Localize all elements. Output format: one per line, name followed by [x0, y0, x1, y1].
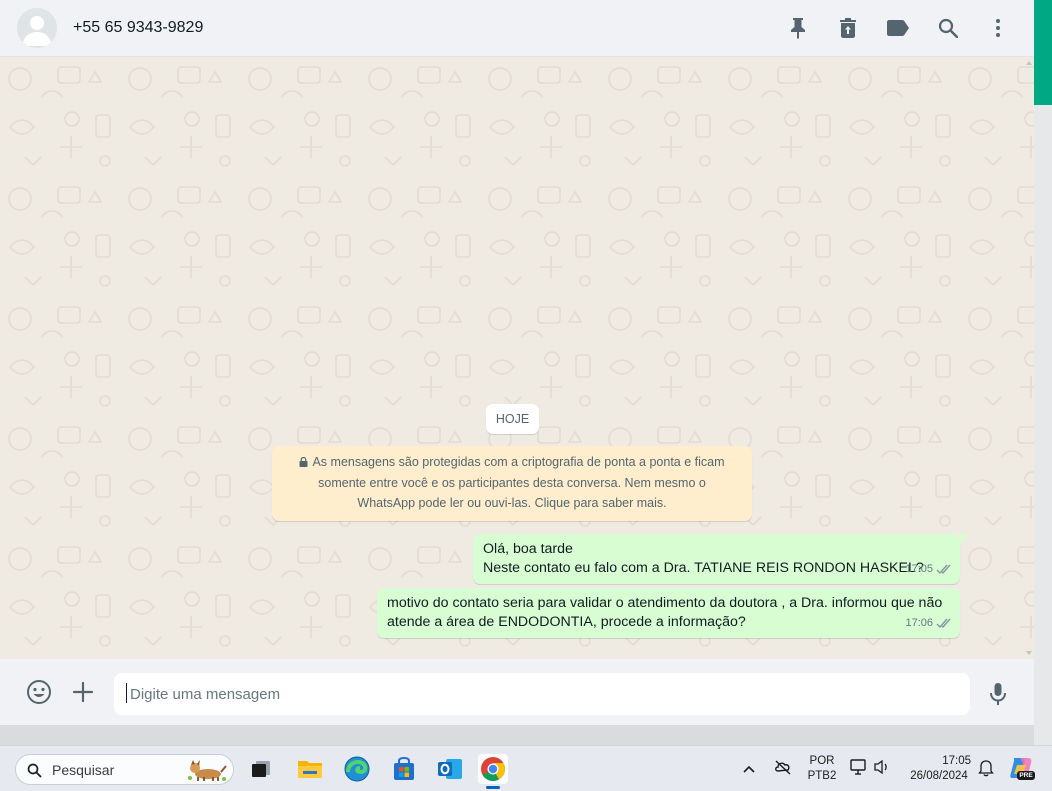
double-check-icon [936, 618, 951, 629]
scroll-down-arrow-icon[interactable] [1026, 651, 1032, 655]
task-view-icon[interactable] [246, 754, 276, 784]
lock-icon [299, 457, 308, 467]
file-explorer-icon[interactable] [295, 754, 325, 784]
text-caret [126, 683, 127, 703]
clock[interactable]: 17:05 26/08/2024 [901, 754, 977, 784]
message-time: 17:05 [905, 563, 933, 575]
windows-taskbar: Pesquisar POR PTB2 17:05 26/08/2024 PRE [0, 745, 1052, 791]
chat-header: +55 65 9343-9829 [0, 0, 1034, 57]
microsoft-store-icon[interactable] [389, 754, 419, 784]
clock-date: 26/08/2024 [910, 770, 968, 782]
edge-browser-icon[interactable] [342, 754, 372, 784]
pin-icon[interactable] [786, 16, 810, 40]
message-time: 17:06 [905, 617, 933, 629]
cloud-sync-off-icon[interactable] [774, 759, 792, 780]
keyboard-layout: PTB2 [807, 770, 837, 782]
chrome-browser-icon[interactable] [478, 754, 508, 784]
message-line: Neste contato eu falo com a Dra. TATIANE… [483, 560, 924, 576]
preview-badge: PRE [1017, 771, 1035, 780]
copilot-icon[interactable]: PRE [1008, 755, 1035, 781]
message-line: atende a área de ENDODONTIA, procede a i… [387, 614, 746, 630]
conversation-panel[interactable]: HOJE As mensagens são protegidas com a c… [0, 57, 1034, 659]
contact-name[interactable]: +55 65 9343-9829 [73, 19, 203, 37]
encryption-notice[interactable]: As mensagens são protegidas com a cripto… [272, 446, 752, 521]
emoji-icon[interactable] [26, 679, 52, 705]
composer [0, 659, 1034, 725]
taskbar-search-text: Pesquisar [52, 762, 115, 778]
outlook-icon[interactable] [435, 754, 465, 784]
search-icon[interactable] [936, 16, 960, 40]
message-line: Olá, boa tarde [483, 541, 573, 557]
side-panel-edge [1034, 0, 1052, 745]
menu-icon[interactable] [986, 16, 1010, 40]
attach-plus-icon[interactable] [70, 679, 96, 705]
taskbar-search[interactable]: Pesquisar [15, 754, 234, 785]
search-highlight-dog-icon [188, 760, 227, 781]
volume-icon[interactable] [873, 759, 891, 780]
show-hidden-icons-chevron-icon[interactable] [743, 761, 755, 779]
label-icon[interactable] [886, 16, 910, 40]
network-icon[interactable] [850, 759, 868, 780]
notifications-bell-icon[interactable] [978, 759, 994, 782]
input-language-indicator[interactable]: POR PTB2 [805, 754, 839, 784]
default-avatar-icon [17, 8, 57, 48]
desktop-background [0, 725, 1034, 745]
encryption-notice-text: As mensagens são protegidas com a cripto… [312, 455, 725, 510]
search-icon [27, 763, 42, 778]
scroll-up-arrow-icon[interactable] [1026, 61, 1032, 65]
double-check-icon [936, 564, 951, 575]
avatar[interactable] [17, 8, 57, 48]
microphone-icon[interactable] [985, 681, 1011, 707]
outgoing-message[interactable]: Olá, boa tarde Neste contato eu falo com… [473, 534, 968, 584]
language-code: POR [809, 755, 835, 767]
clock-time: 17:05 [942, 755, 971, 767]
active-app-indicator [486, 786, 500, 789]
date-divider: HOJE [486, 404, 539, 434]
whatsapp-window: +55 65 9343-9829 HOJE As mensagens são p… [0, 0, 1034, 725]
outgoing-message[interactable]: motivo do contato seria para validar o a… [377, 588, 960, 638]
delete-icon[interactable] [836, 16, 860, 40]
message-input[interactable] [114, 673, 970, 715]
chat-scrollbar[interactable] [1024, 57, 1034, 659]
message-line: motivo do contato seria para validar o a… [387, 595, 943, 611]
